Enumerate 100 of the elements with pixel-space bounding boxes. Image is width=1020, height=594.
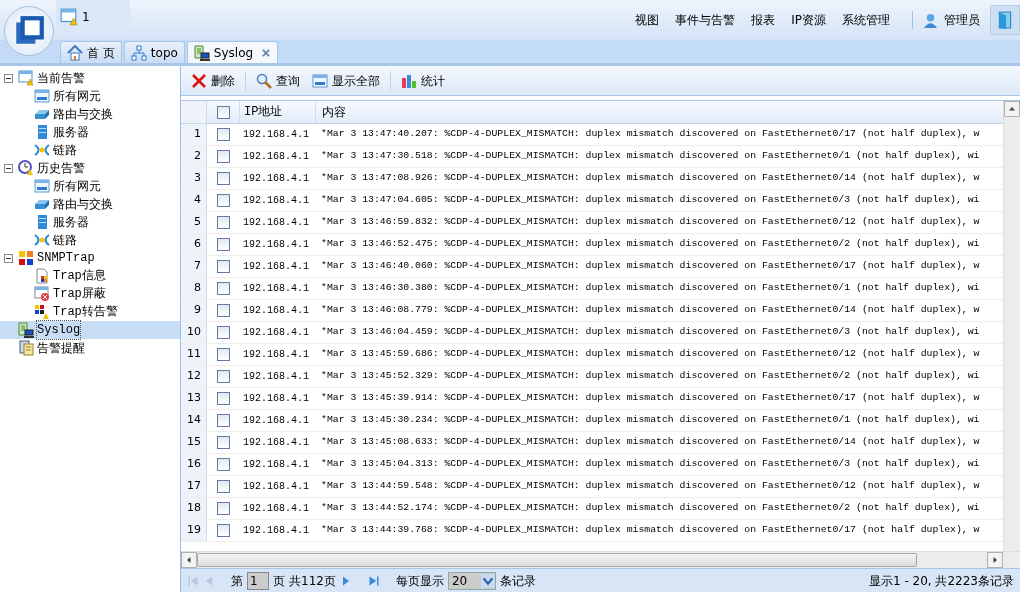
ip-cell-text: 192.168.4.1 [242,194,310,208]
toolbar-button[interactable]: 统计 [395,71,451,90]
ip-cell-text: 192.168.4.1 [242,128,310,142]
blocked-window-icon [34,286,50,302]
select-all-checkbox[interactable] [216,105,230,119]
row-checkbox[interactable] [216,326,230,339]
tree-item[interactable]: 历史告警 [37,159,85,177]
tree-item[interactable]: Trap信息 [53,267,106,285]
collapse-toggle[interactable] [4,73,13,83]
content-cell-text: *Mar 3 13:46:04.459: %CDP-4-DUPLEX_MISMATCH: duplex mismatch discovered on FastEthernet0/3 (not half duplex), wi [320,325,980,340]
content-cell-text: *Mar 3 13:45:52.329: %CDP-4-DUPLEX_MISMATCH: duplex mismatch discovered on FastEthernet0/2 (not half duplex), wi [320,369,980,384]
row-checkbox[interactable] [216,282,230,295]
user-name[interactable]: 管理员 [944,11,980,29]
page-label: 页 [273,572,285,590]
row-number: 10 [181,322,207,343]
row-number: 7 [181,256,207,277]
menu-item[interactable]: 视图 [627,11,668,29]
row-number: 3 [181,168,207,189]
horizontal-scrollbar[interactable] [181,551,1020,568]
content-cell-text: *Mar 3 13:45:39.914: %CDP-4-DUPLEX_MISMATCH: duplex mismatch discovered on FastEthernet0/17 (not half duplex), w [320,391,980,406]
row-checkbox[interactable] [216,436,230,449]
toolbar-button[interactable]: 显示全部 [306,71,386,90]
document-icon [34,268,50,284]
scroll-up-icon [1008,105,1016,113]
tree-item[interactable]: 当前告警 [37,69,85,87]
row-number: 18 [181,498,207,519]
content-cell-text: *Mar 3 13:45:59.686: %CDP-4-DUPLEX_MISMATCH: duplex mismatch discovered on FastEthernet0/12 (not half duplex), w [320,347,980,362]
exit-button[interactable] [990,5,1020,35]
menu-item[interactable]: IP资源 [783,11,834,29]
ip-cell-text: 192.168.4.1 [242,260,310,274]
door-icon [996,11,1014,29]
row-number: 16 [181,454,207,475]
row-checkbox[interactable] [216,128,230,141]
link-icon [34,232,50,248]
alarm-window-icon[interactable] [60,8,78,26]
alert-count[interactable]: 1 [82,8,90,26]
ip-cell-text: 192.168.4.1 [242,238,310,252]
tree-item[interactable]: Trap转告警 [53,303,118,321]
user-icon [923,12,938,28]
tree-item[interactable]: 路由与交换 [53,195,113,213]
row-number: 11 [181,344,207,365]
close-icon[interactable] [261,47,272,58]
tree-item[interactable]: SNMPTrap [37,249,95,267]
per-page-select[interactable]: 20 [447,571,496,590]
column-header[interactable]: IP地址 [239,101,315,123]
tree-item[interactable]: 所有网元 [53,87,101,105]
tree-item[interactable]: 服务器 [53,213,89,231]
row-number: 6 [181,234,207,255]
row-checkbox[interactable] [216,194,230,207]
tree-item[interactable]: Trap屏蔽 [53,285,106,303]
page-label: 第 [231,572,243,590]
row-checkbox[interactable] [216,480,230,493]
row-number: 12 [181,366,207,387]
vertical-scrollbar[interactable] [1003,101,1020,551]
last-page-icon[interactable] [367,574,380,587]
row-checkbox[interactable] [216,238,230,251]
content-cell-text: *Mar 3 13:45:08.633: %CDP-4-DUPLEX_MISMATCH: duplex mismatch discovered on FastEthernet0/14 (not half duplex), w [320,435,980,450]
row-checkbox[interactable] [216,216,230,229]
tree-item[interactable]: 告警提醒 [37,339,85,357]
menu-item[interactable]: 事件与告警 [667,11,744,29]
menu-item[interactable]: 报表 [743,11,784,29]
tab[interactable]: topo [123,41,185,63]
tree-item[interactable]: 所有网元 [53,177,101,195]
menu-item[interactable]: 系统管理 [834,11,898,29]
row-checkbox[interactable] [216,172,230,185]
ip-cell-text: 192.168.4.1 [242,502,310,516]
content-cell-text: *Mar 3 13:47:30.518: %CDP-4-DUPLEX_MISMATCH: duplex mismatch discovered on FastEthernet0/1 (not half duplex), wi [320,149,980,164]
row-checkbox[interactable] [216,502,230,515]
row-number: 8 [181,278,207,299]
row-number: 14 [181,410,207,431]
tree-item[interactable]: 路由与交换 [53,105,113,123]
row-checkbox[interactable] [216,524,230,537]
window-icon [34,178,50,194]
row-checkbox[interactable] [216,370,230,383]
page-input[interactable]: 1 [247,571,269,590]
tab[interactable]: Syslog [186,41,279,63]
toolbar-button[interactable]: 查询 [250,71,306,90]
collapse-toggle[interactable] [4,253,13,263]
tree-item[interactable]: 链路 [53,231,77,249]
column-header[interactable]: 内容 [315,101,346,123]
toolbar-button[interactable]: 删除 [185,71,241,90]
row-number: 15 [181,432,207,453]
collapse-toggle[interactable] [4,163,13,173]
row-checkbox[interactable] [216,304,230,317]
tree-item[interactable]: 服务器 [53,123,89,141]
ip-cell-text: 192.168.4.1 [242,436,310,450]
row-checkbox[interactable] [216,260,230,273]
search-icon [256,72,272,89]
row-checkbox[interactable] [216,150,230,163]
row-number: 17 [181,476,207,497]
row-checkbox[interactable] [216,348,230,361]
row-checkbox[interactable] [216,414,230,427]
row-checkbox[interactable] [216,458,230,471]
scroll-right-icon [991,556,999,564]
row-checkbox[interactable] [216,392,230,405]
ip-cell-text: 192.168.4.1 [242,326,310,340]
tab[interactable]: 首 页 [60,41,122,63]
window-icon [312,72,328,89]
ip-cell-text: 192.168.4.1 [242,392,310,406]
tree-item[interactable]: 链路 [53,141,77,159]
